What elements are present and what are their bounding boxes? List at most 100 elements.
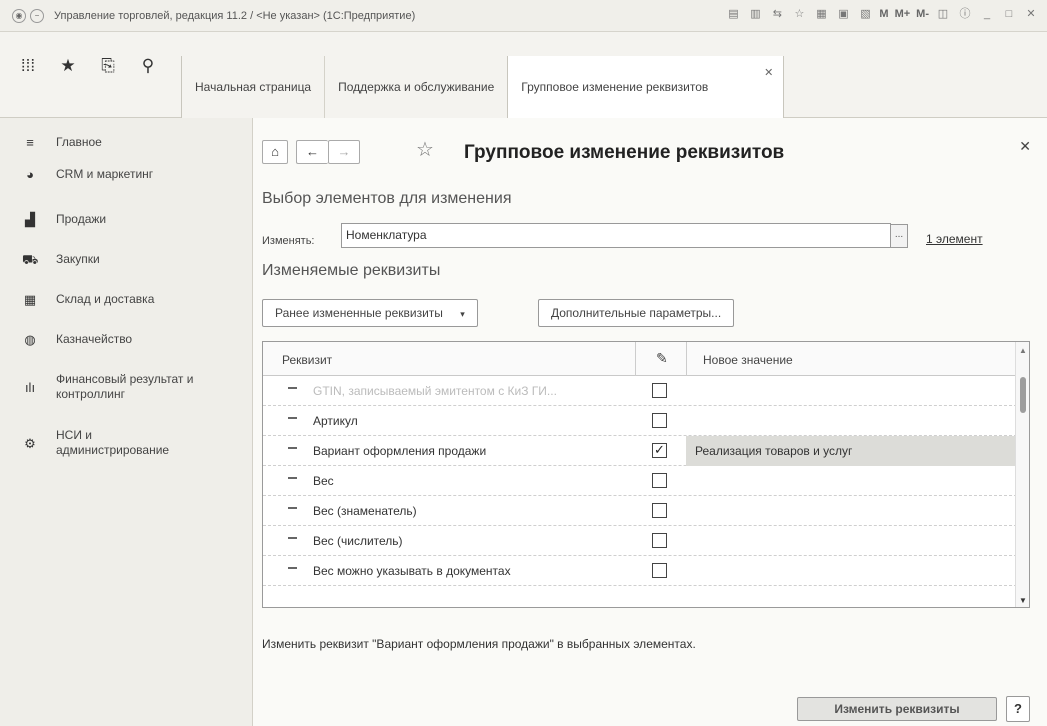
app-menu-icon[interactable]: ◉	[12, 8, 26, 23]
arrow-left-icon: ←	[306, 144, 319, 159]
minimize-icon[interactable]: _	[979, 6, 995, 22]
tab-home[interactable]: Начальная страница	[181, 56, 325, 118]
link-icon[interactable]: ⇆	[769, 6, 785, 22]
scroll-thumb[interactable]	[1020, 377, 1026, 413]
back-button[interactable]: ←	[296, 140, 328, 164]
row-checkbox[interactable]	[652, 473, 667, 488]
select-object-button[interactable]: ...	[890, 224, 908, 248]
row-checkbox-checked[interactable]: ✓	[652, 443, 667, 458]
change-field-label: Изменять:	[262, 235, 315, 247]
memory-subtract-button[interactable]: M-	[916, 8, 929, 20]
table-row[interactable]: Вес можно указывать в документах	[263, 556, 1017, 586]
search-icon[interactable]: ⚲	[138, 56, 158, 76]
sections-grid-icon[interactable]: ⁞⁞⁞	[18, 56, 38, 76]
warehouse-icon: ▦	[23, 292, 37, 307]
row-new-value[interactable]: Реализация товаров и услуг	[686, 436, 1017, 466]
sidebar-item-purchases[interactable]: ⛟ Закупки	[22, 252, 100, 268]
home-button[interactable]: ⌂	[262, 140, 288, 164]
column-attr-header[interactable]: Реквизит	[282, 353, 332, 367]
favorites-icon[interactable]: ★	[58, 56, 78, 76]
row-attr-name: Артикул	[313, 414, 358, 428]
section-attrs-title: Изменяемые реквизиты	[262, 262, 441, 279]
sales-icon: ▟	[25, 212, 35, 227]
cart-icon: ⛟	[22, 252, 39, 267]
row-checkbox[interactable]	[652, 413, 667, 428]
crm-icon: ◕	[26, 167, 34, 182]
arrow-right-icon: →	[337, 144, 351, 159]
table-row[interactable]: Вес	[263, 466, 1017, 496]
attribute-icon	[288, 567, 297, 571]
row-checkbox[interactable]	[652, 563, 667, 578]
history-icon[interactable]: −	[30, 8, 44, 23]
hint-text: Изменить реквизит "Вариант оформления пр…	[262, 637, 696, 651]
table-row[interactable]: Вес (знаменатель)	[263, 496, 1017, 526]
memory-button[interactable]: M	[879, 8, 888, 20]
menu-icon: ≡	[26, 135, 34, 150]
sidebar-item-label: Главное	[56, 135, 102, 149]
tab-support[interactable]: Поддержка и обслуживание	[324, 56, 508, 118]
sidebar-item-sales[interactable]: ▟ Продажи	[22, 212, 106, 228]
sidebar-item-admin[interactable]: ⚙ НСИ и администрирование	[22, 428, 196, 458]
gear-icon: ⚙	[24, 436, 36, 451]
additional-params-button[interactable]: Дополнительные параметры...	[538, 299, 735, 327]
window-title: Управление торговлей, редакция 11.2 / <Н…	[54, 9, 416, 22]
scroll-up-icon[interactable]: ▲	[1019, 346, 1027, 355]
table-header: Реквизит ✎ Новое значение	[263, 342, 1029, 376]
sidebar-item-crm[interactable]: ◕ CRM и маркетинг	[22, 167, 153, 183]
window-titlebar: ◉ − Управление торговлей, редакция 11.2 …	[0, 0, 1047, 32]
history-list-icon[interactable]: ⎘	[98, 56, 118, 76]
additional-params-label: Дополнительные параметры...	[551, 306, 722, 320]
calculator-icon[interactable]: ▧	[857, 6, 873, 22]
close-window-icon[interactable]: ✕	[1023, 6, 1039, 22]
memory-add-button[interactable]: M+	[895, 8, 911, 20]
table-scrollbar[interactable]: ▲ ▼	[1015, 342, 1029, 607]
sidebar-item-main[interactable]: ≡ Главное	[22, 135, 102, 151]
maximize-icon[interactable]: □	[1001, 6, 1017, 22]
attribute-icon	[288, 417, 297, 421]
attribute-icon	[288, 537, 297, 541]
sidebar-item-label: Казначейство	[56, 332, 133, 346]
sidebar-item-label: НСИ и администрирование	[56, 428, 170, 457]
chart-icon: ılı	[24, 380, 36, 395]
star-icon[interactable]: ☆	[791, 6, 807, 22]
forward-button[interactable]: →	[328, 140, 360, 164]
close-form-icon[interactable]: ✕	[1019, 138, 1031, 155]
sidebar-item-warehouse[interactable]: ▦ Склад и доставка	[22, 292, 155, 308]
print-icon[interactable]: ▥	[747, 6, 763, 22]
tab-close-icon[interactable]: ✕	[764, 66, 773, 79]
home-icon: ⌂	[271, 144, 279, 159]
info-icon[interactable]: ⓘ	[957, 6, 973, 22]
table-row[interactable]: Артикул	[263, 406, 1017, 436]
row-checkbox[interactable]	[652, 503, 667, 518]
table-row[interactable]: Вариант оформления продажи ✓ Реализация …	[263, 436, 1017, 466]
help-button[interactable]: ?	[1006, 696, 1030, 722]
row-checkbox[interactable]	[652, 533, 667, 548]
calendar-icon[interactable]: ▣	[835, 6, 851, 22]
save-icon[interactable]: ▤	[725, 6, 741, 22]
chevron-down-icon: ▾	[460, 309, 465, 319]
row-checkbox[interactable]	[652, 383, 667, 398]
sidebar-item-finance[interactable]: ılı Финансовый результат и контроллинг	[22, 372, 216, 402]
notes-icon[interactable]: ▦	[813, 6, 829, 22]
previous-attrs-label: Ранее измененные реквизиты	[275, 306, 443, 320]
sidebar-item-treasury[interactable]: ◍ Казначейство	[22, 332, 132, 348]
form-title: Групповое изменение реквизитов	[464, 142, 785, 163]
tab-group-edit[interactable]: Групповое изменение реквизитов ✕	[507, 56, 785, 118]
table-row[interactable]: Вес (числитель)	[263, 526, 1017, 556]
previous-attrs-dropdown[interactable]: Ранее измененные реквизиты ▾	[262, 299, 478, 327]
column-new-value-header[interactable]: Новое значение	[703, 353, 793, 367]
elements-count-link[interactable]: 1 элемент	[926, 232, 983, 246]
sidebar-item-label: CRM и маркетинг	[56, 167, 154, 181]
table-row[interactable]: GTIN, записываемый эмитентом с КиЗ ГИ...	[263, 376, 1017, 406]
attributes-table: Реквизит ✎ Новое значение GTIN, записыва…	[262, 341, 1030, 608]
scroll-down-icon[interactable]: ▼	[1019, 596, 1027, 605]
row-attr-name: Вес	[313, 474, 334, 488]
sidebar-item-label: Финансовый результат и контроллинг	[56, 372, 194, 401]
apply-changes-button[interactable]: Изменить реквизиты	[797, 697, 997, 721]
attribute-icon	[288, 447, 297, 451]
change-object-input[interactable]: Номенклатура	[341, 223, 891, 248]
tab-home-label: Начальная страница	[195, 80, 312, 94]
favorite-star-icon[interactable]: ☆	[416, 137, 434, 162]
window-layout-icon[interactable]: ◫	[935, 6, 951, 22]
tab-group-edit-label: Групповое изменение реквизитов	[521, 80, 709, 94]
